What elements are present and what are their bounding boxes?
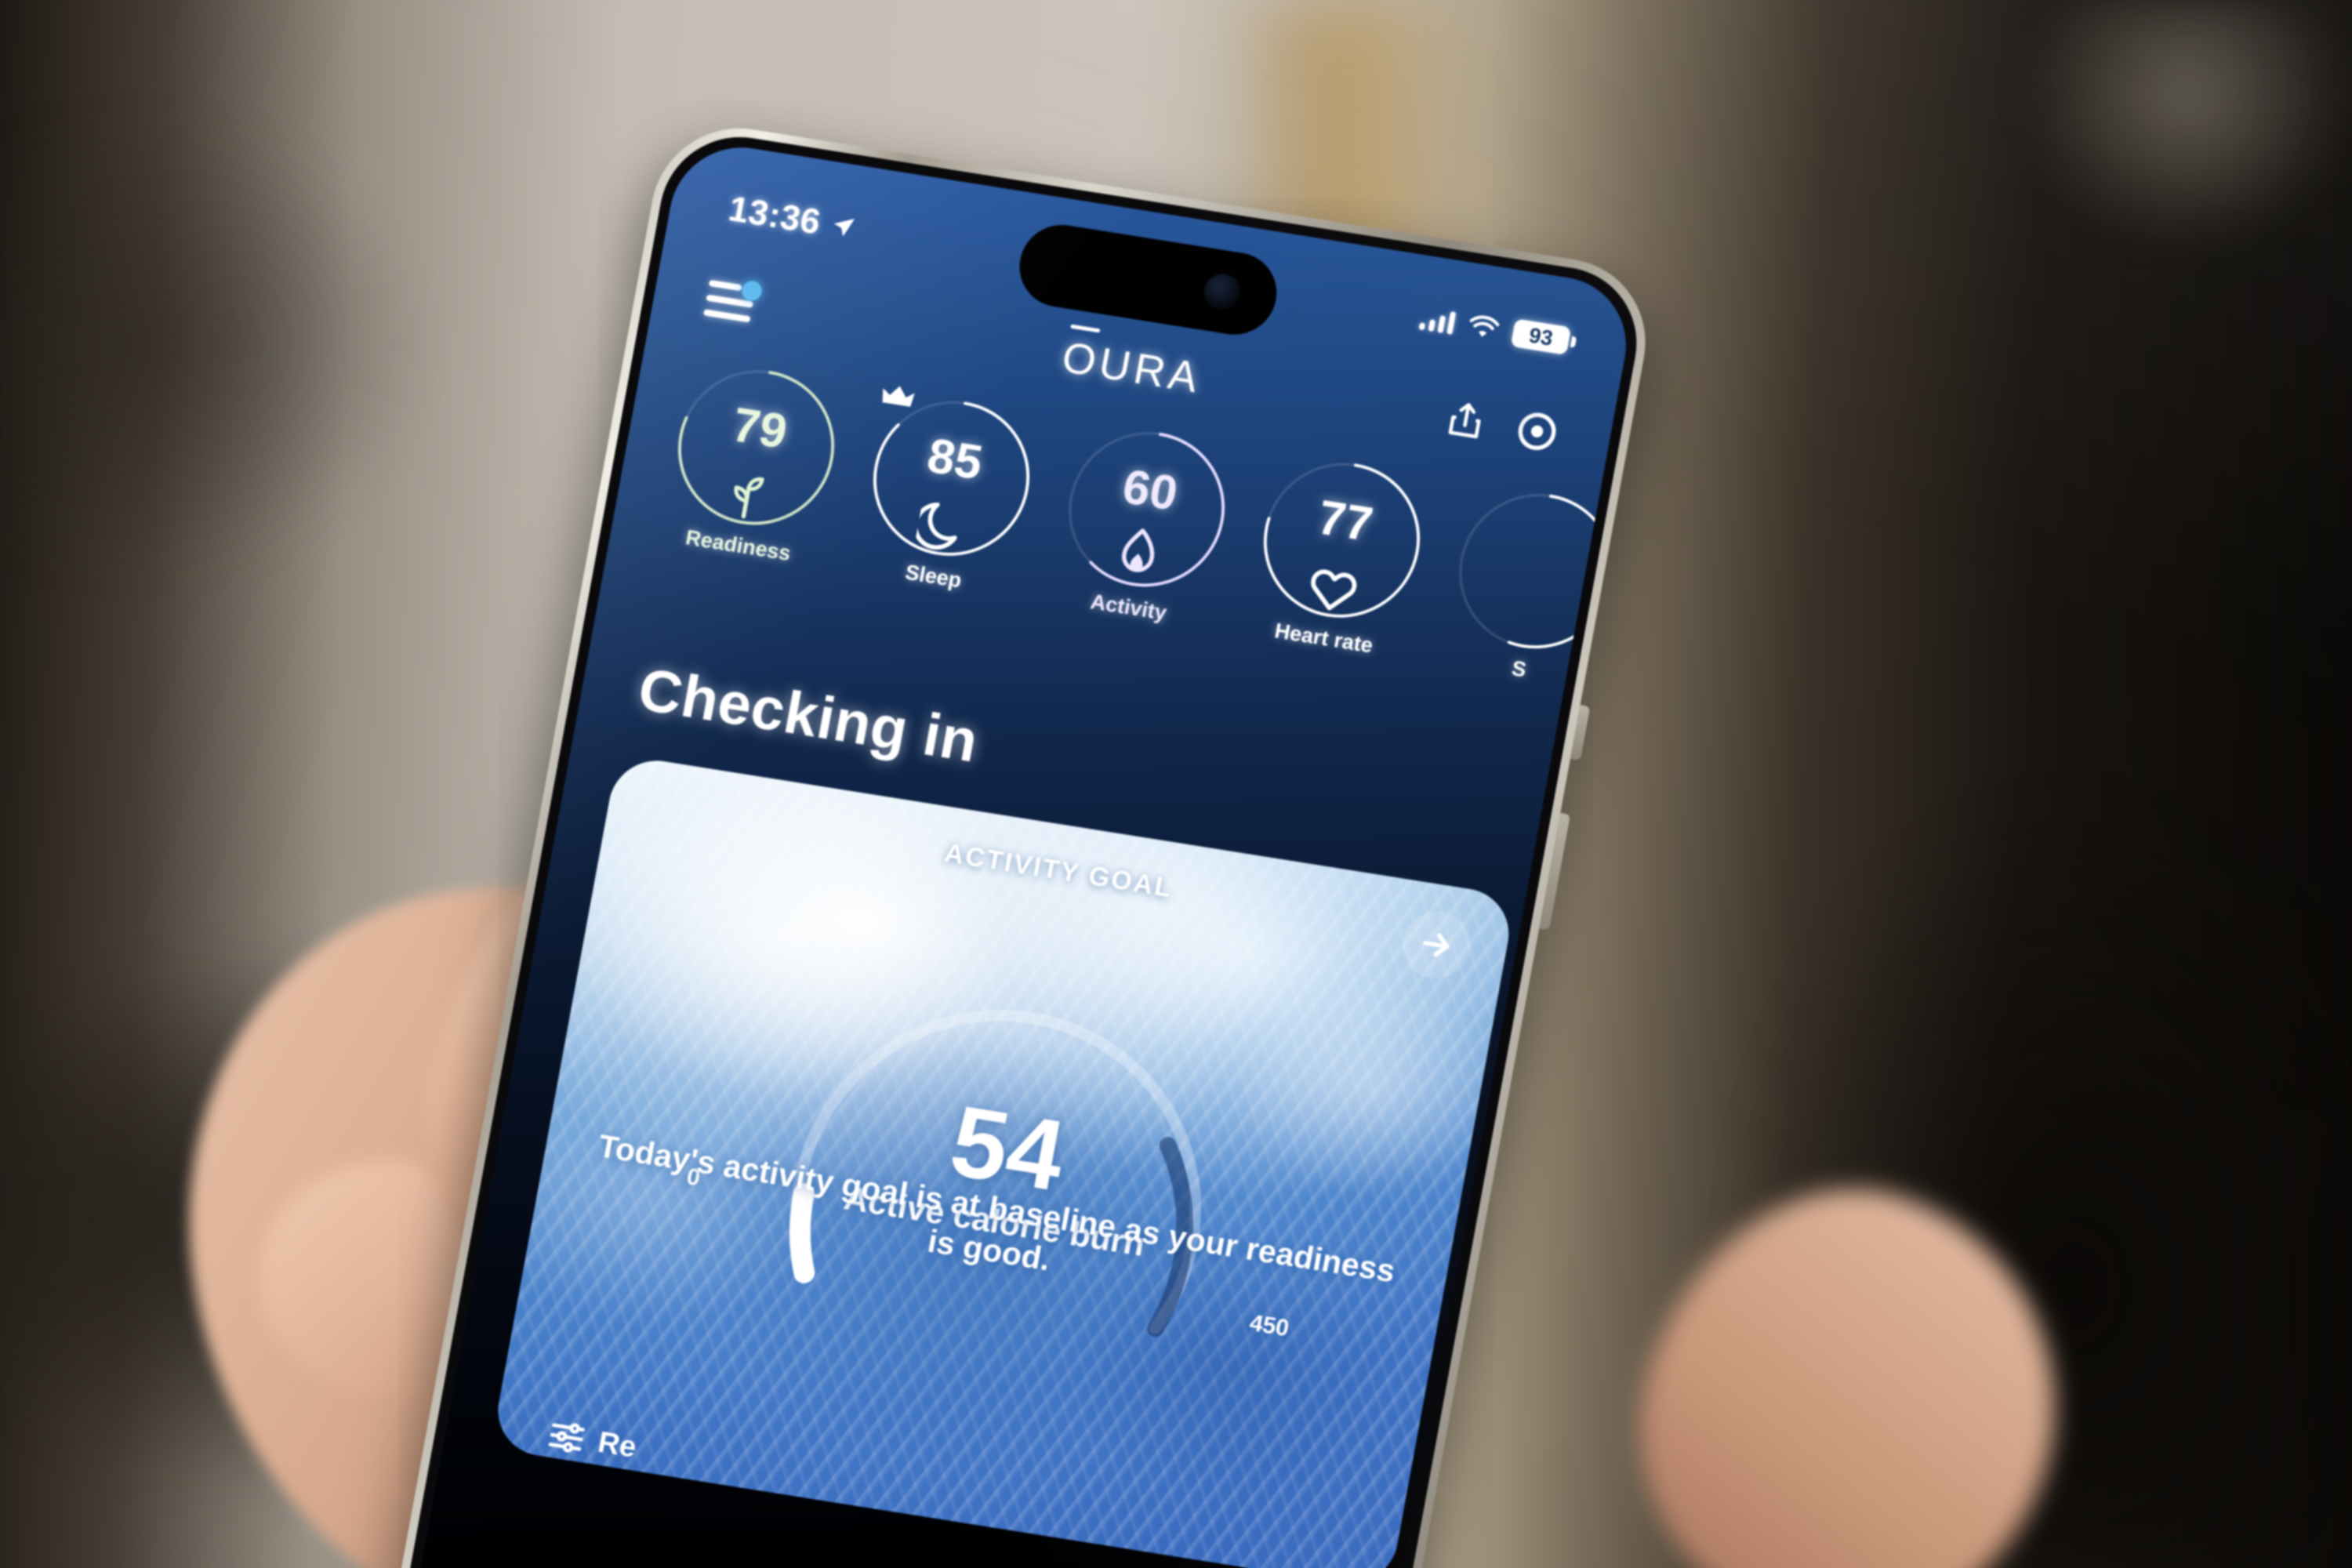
heart-rate-ring-circle: 77: [1243, 444, 1440, 637]
score-ring-activity[interactable]: 60 Activity: [1034, 412, 1254, 634]
activity-goal-card[interactable]: ACTIVITY GOAL 54 Active calorie burn 0 4…: [490, 753, 1517, 1568]
status-time: 13:36: [725, 188, 824, 242]
share-icon[interactable]: [1441, 396, 1490, 445]
oura-ring-battery-icon[interactable]: [1512, 408, 1562, 456]
stress-label: S: [1509, 656, 1529, 682]
card-footer-label: Re: [595, 1425, 640, 1465]
status-indicators: 93: [1418, 304, 1572, 355]
score-ring-sleep[interactable]: 85 Sleep: [839, 380, 1058, 603]
score-ring-heart-rate[interactable]: 77 Heart rate: [1229, 442, 1449, 665]
oura-logo-text: URA: [1095, 338, 1206, 402]
score-ring-readiness[interactable]: 79 Readiness: [644, 350, 863, 572]
activity-ring-circle: 60: [1047, 412, 1245, 605]
notification-dot: [740, 279, 764, 303]
page-title: Checking in: [633, 655, 984, 775]
sleep-label: Sleep: [903, 560, 964, 593]
battery-level-text: 93: [1526, 323, 1555, 350]
sleep-ring-circle: 85: [852, 382, 1050, 575]
cellular-signal-icon: [1418, 307, 1457, 335]
sliders-icon: [548, 1423, 585, 1453]
header-actions: [1441, 396, 1562, 456]
wifi-icon: [1469, 315, 1500, 337]
readiness-ring-circle: 79: [657, 351, 855, 544]
location-arrow-icon: [833, 218, 855, 237]
oura-logo: OURA: [1058, 332, 1206, 403]
hamburger-menu-icon[interactable]: [702, 279, 764, 328]
battery-indicator: 93: [1510, 318, 1572, 355]
